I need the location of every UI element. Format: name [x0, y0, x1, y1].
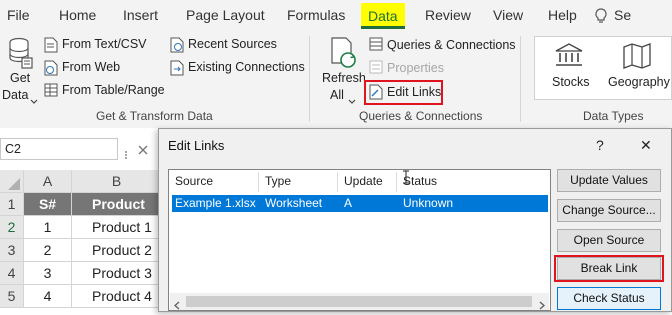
refresh-all-label-1[interactable]: Refresh	[322, 71, 366, 85]
queries-connections-icon	[369, 37, 383, 56]
from-text-csv-button[interactable]: From Text/CSV	[62, 37, 147, 51]
group-divider	[520, 36, 521, 122]
change-source-button[interactable]: Change Source...	[557, 199, 661, 222]
table-row[interactable]: Example 1.xlsx Worksheet A Unknown	[172, 195, 548, 212]
cell-b5[interactable]: Product 4	[72, 285, 162, 308]
tab-data[interactable]: Data	[361, 3, 405, 29]
tab-review[interactable]: Review	[425, 7, 471, 23]
properties-button[interactable]: Properties	[387, 61, 444, 75]
column-divider	[258, 172, 259, 192]
more-options-icon[interactable]	[124, 146, 128, 164]
group-divider	[309, 36, 310, 122]
map-icon	[622, 42, 652, 75]
cell-a3[interactable]: 2	[24, 239, 72, 262]
text-cursor-icon	[402, 170, 410, 189]
row-update: A	[344, 196, 353, 210]
row-header-5[interactable]: 5	[0, 285, 24, 308]
cell-b2[interactable]: Product 1	[72, 216, 162, 239]
help-button[interactable]: ?	[596, 137, 604, 153]
select-all-corner[interactable]	[0, 170, 24, 193]
group-label-data-types: Data Types	[583, 109, 644, 123]
edit-links-icon	[369, 84, 383, 105]
cancel-icon[interactable]	[137, 143, 149, 161]
column-divider	[396, 172, 397, 192]
row-status: Unknown	[403, 196, 454, 210]
tab-home[interactable]: Home	[59, 7, 96, 23]
column-header-update[interactable]: Update	[344, 174, 383, 188]
column-divider	[337, 172, 338, 192]
update-values-button[interactable]: Update Values	[557, 169, 661, 192]
ribbon-tabs: File Home Insert Page Layout Formulas Da…	[0, 0, 672, 32]
dialog-title: Edit Links	[168, 138, 225, 153]
links-list[interactable]: Source Type Update Status Example 1.xlsx…	[168, 169, 551, 311]
scroll-right-icon[interactable]	[539, 297, 546, 315]
row-header-1[interactable]: 1	[0, 193, 24, 216]
existing-connections-button[interactable]: Existing Connections	[188, 60, 305, 74]
tab-formulas[interactable]: Formulas	[287, 7, 345, 23]
column-header-b[interactable]: B	[72, 170, 162, 193]
group-label-queries: Queries & Connections	[359, 109, 483, 123]
from-table-range-button[interactable]: From Table/Range	[62, 83, 165, 97]
open-source-button[interactable]: Open Source	[557, 229, 661, 252]
properties-icon	[369, 60, 383, 79]
refresh-icon	[330, 36, 360, 75]
column-header-source[interactable]: Source	[175, 174, 213, 188]
queries-connections-button[interactable]: Queries & Connections	[387, 38, 516, 52]
tab-help[interactable]: Help	[548, 7, 577, 23]
edit-links-dialog: Edit Links ? ✕ Source Type Update Status…	[158, 128, 672, 312]
cell-a4[interactable]: 3	[24, 262, 72, 285]
cell-a2[interactable]: 1	[24, 216, 72, 239]
ribbon: Get Data From Text/CSV From Web From Tab…	[0, 32, 672, 129]
recent-sources-button[interactable]: Recent Sources	[188, 37, 277, 51]
bank-icon	[554, 42, 584, 73]
stocks-button[interactable]: Stocks	[552, 75, 590, 89]
refresh-all-label-2[interactable]: All	[330, 88, 344, 102]
worksheet-grid: A B 1 2 3 4 5 S# Product 1 Product 1 2 P…	[0, 170, 162, 312]
chevron-down-icon[interactable]	[30, 92, 38, 110]
edit-links-button[interactable]: Edit Links	[387, 85, 441, 99]
lightbulb-icon	[594, 8, 608, 29]
cell-b3[interactable]: Product 2	[72, 239, 162, 262]
cell-b4[interactable]: Product 3	[72, 262, 162, 285]
web-icon	[44, 60, 58, 81]
group-label-get-transform: Get & Transform Data	[96, 109, 213, 123]
column-header-type[interactable]: Type	[265, 174, 291, 188]
tab-insert[interactable]: Insert	[123, 7, 158, 23]
horizontal-scrollbar[interactable]	[170, 293, 549, 310]
tab-search[interactable]: Se	[614, 7, 631, 23]
cell-a5[interactable]: 4	[24, 285, 72, 308]
check-status-button[interactable]: Check Status	[557, 287, 661, 310]
close-icon[interactable]: ✕	[640, 137, 652, 154]
scroll-left-icon[interactable]	[173, 297, 180, 315]
table-icon	[44, 83, 58, 102]
get-data-label-2[interactable]: Data	[2, 88, 28, 102]
row-header-3[interactable]: 3	[0, 239, 24, 262]
chevron-down-icon[interactable]	[348, 92, 356, 110]
scrollbar-thumb[interactable]	[186, 296, 532, 307]
recent-sources-icon	[170, 37, 184, 58]
text-file-icon	[44, 37, 58, 58]
tab-view[interactable]: View	[493, 7, 523, 23]
cell-b1[interactable]: Product	[72, 193, 162, 216]
cell-a1[interactable]: S#	[24, 193, 72, 216]
tab-page-layout[interactable]: Page Layout	[186, 7, 265, 23]
break-link-button[interactable]: Break Link	[557, 257, 661, 280]
tab-file[interactable]: File	[7, 7, 30, 23]
column-header-a[interactable]: A	[24, 170, 72, 193]
geography-button[interactable]: Geography	[608, 75, 670, 89]
name-box[interactable]: C2	[0, 138, 118, 160]
get-data-label-1[interactable]: Get	[10, 71, 30, 85]
row-type: Worksheet	[265, 196, 323, 210]
from-web-button[interactable]: From Web	[62, 60, 120, 74]
row-source: Example 1.xlsx	[175, 196, 256, 210]
row-header-2[interactable]: 2	[0, 216, 24, 239]
database-icon	[8, 36, 34, 75]
existing-connections-icon	[170, 60, 184, 81]
row-header-4[interactable]: 4	[0, 262, 24, 285]
